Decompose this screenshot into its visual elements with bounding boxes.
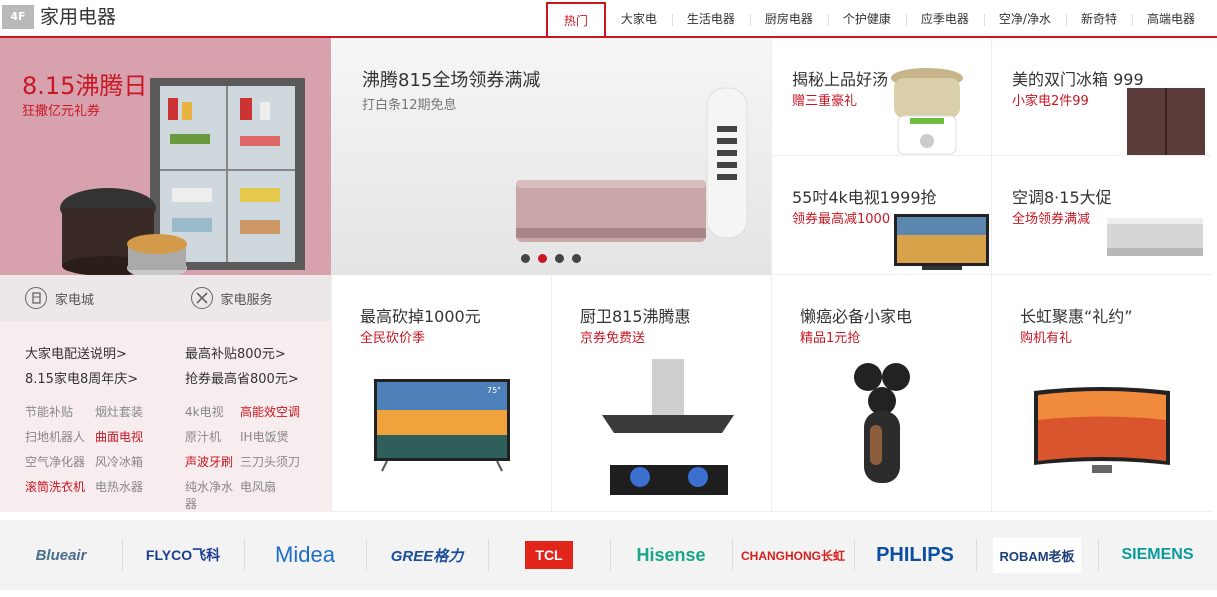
delivery-info-link[interactable]: 大家电配送说明> [25, 343, 185, 362]
coupon-link[interactable]: 抢券最高省800元> [185, 368, 325, 387]
tab-premium[interactable]: 高端电器 [1131, 2, 1210, 38]
wrench-screwdriver-icon [190, 287, 213, 309]
hot-tag-link[interactable]: 节能补贴 [25, 403, 95, 420]
air-conditioner-image [516, 87, 748, 242]
carousel-dot[interactable] [572, 254, 581, 263]
carousel-dots [521, 254, 581, 263]
electric-shaver-image [854, 363, 910, 483]
hot-tag-link[interactable]: 扫地机器人 [25, 428, 95, 445]
tab-hot[interactable]: 热门 [545, 2, 606, 40]
tab-large-appliances[interactable]: 大家电 [606, 2, 672, 38]
hot-tag-link[interactable]: 高能效空调 [240, 403, 325, 420]
appliance-service-link[interactable]: 家电服务 [166, 275, 332, 321]
fridge-rice-cooker-image [60, 78, 305, 275]
hot-tag-link[interactable]: 滚筒洗衣机 [25, 478, 95, 512]
wall-ac-image [1107, 218, 1203, 256]
hot-tag-link[interactable]: IH电饭煲 [240, 428, 325, 445]
quick-links-panel: 大家电配送说明> 最高补贴800元> 8.15家电8周年庆> 抢券最高省800元… [0, 321, 331, 512]
promo-banner[interactable]: 8.15沸腾日 狂撒亿元礼券 [0, 38, 331, 275]
tv-image [894, 214, 989, 270]
hot-tag-link[interactable]: 纯水净水器 [185, 478, 240, 512]
product-cell-air-conditioner[interactable]: 空调8·15大促 全场领券满减 [991, 156, 1211, 275]
tab-air-water[interactable]: 空净/净水 [983, 2, 1066, 38]
brand-logo-flyco[interactable]: FLYCO飞科 [122, 535, 244, 575]
soup-pot-image [891, 68, 963, 155]
hot-tag-link[interactable]: 曲面电视 [95, 428, 185, 445]
appliance-service-label: 家电服务 [220, 292, 273, 308]
carousel-dot-active[interactable] [538, 254, 547, 263]
category-tabs: 热门 大家电 生活电器 厨房电器 个护健康 应季电器 空净/净水 新奇特 高端电… [545, 2, 1210, 40]
service-row: 家电城 家电服务 [0, 275, 331, 321]
product-cell-soup-pot[interactable]: 揭秘上品好汤 赠三重豪礼 [771, 38, 991, 156]
tab-seasonal[interactable]: 应季电器 [905, 2, 984, 38]
floor-header: 4F 家用电器 热门 大家电 生活电器 厨房电器 个护健康 应季电器 空净/净水… [0, 0, 1217, 40]
brand-logo-hisense[interactable]: Hisense [610, 535, 732, 575]
hot-tag-link[interactable]: 4k电视 [185, 403, 240, 420]
hot-tag-link[interactable]: 电风扇 [240, 478, 325, 512]
brand-logo-robam[interactable]: ROBAM老板 [976, 535, 1098, 575]
hot-tag-link[interactable]: 风冷冰箱 [95, 453, 185, 470]
range-hood-stove-image [602, 359, 734, 495]
hot-tag-link[interactable]: 空气净化器 [25, 453, 95, 470]
product-cell-4k-tv[interactable]: 55吋4k电视1999抢 领券最高减1000 [771, 156, 991, 275]
tab-living-appliances[interactable]: 生活电器 [671, 2, 750, 38]
product-cell-tv-deal[interactable]: 最高砍掉1000元 全民砍价季 75" [331, 275, 551, 512]
brand-logo-midea[interactable]: Midea [244, 535, 366, 575]
brand-logo-siemens[interactable]: SIEMENS [1098, 535, 1217, 575]
product-cell-kitchen[interactable]: 厨卫815沸腾惠 京券免费送 [551, 275, 771, 512]
hot-tag-link[interactable]: 三刀头须刀 [240, 453, 325, 470]
brand-logo-philips[interactable]: PHILIPS [854, 535, 976, 575]
brand-logo-tcl[interactable]: TCL [488, 535, 610, 575]
appliance-city-label: 家电城 [55, 292, 95, 308]
main-banner[interactable]: 沸腾815全场领券满减 打白条12期免息 [331, 38, 771, 275]
carousel-dot[interactable] [521, 254, 530, 263]
hot-tag-link[interactable]: 原汁机 [185, 428, 240, 445]
tab-kitchen-appliances[interactable]: 厨房电器 [749, 2, 828, 38]
product-cell-midea-fridge[interactable]: 美的双门冰箱 999 小家电2件99 [991, 38, 1211, 156]
brand-bar: Blueair FLYCO飞科 Midea GREE格力 TCL Hisense… [0, 520, 1217, 590]
brand-logo-gree[interactable]: GREE格力 [366, 535, 488, 575]
tab-personal-care[interactable]: 个护健康 [827, 2, 906, 38]
curved-tv-image [1034, 387, 1170, 473]
brand-logo-blueair[interactable]: Blueair [0, 535, 122, 575]
floor-badge: 4F [2, 5, 34, 29]
hot-tags: 节能补贴 烟灶套装 4k电视 高能效空调扫地机器人 曲面电视 原汁机 IH电饭煲空气净化器风… [25, 403, 331, 512]
large-tv-image: 75" [374, 379, 510, 472]
hot-tag-link[interactable]: 声波牙刷 [185, 453, 240, 470]
double-door-fridge-image [1127, 88, 1205, 155]
tv-size-badge: 75" [487, 386, 501, 395]
carousel-dot[interactable] [555, 254, 564, 263]
brand-logo-changhong[interactable]: CHANGHONG长虹 [732, 535, 854, 575]
hot-tag-link[interactable]: 烟灶套装 [95, 403, 185, 420]
floor-title: 家用电器 [40, 6, 117, 28]
appliance-city-link[interactable]: 家电城 [0, 275, 166, 321]
anniversary-link[interactable]: 8.15家电8周年庆> [25, 368, 185, 387]
product-cell-small-appliance[interactable]: 懒癌必备小家电 精品1元抢 [771, 275, 991, 512]
subsidy-link[interactable]: 最高补贴800元> [185, 343, 325, 362]
tab-novelty[interactable]: 新奇特 [1065, 2, 1132, 38]
fridge-icon [25, 287, 47, 309]
product-cell-changhong[interactable]: 长虹聚惠“礼约” 购机有礼 [991, 275, 1211, 512]
hot-tag-link[interactable]: 电热水器 [95, 478, 185, 512]
